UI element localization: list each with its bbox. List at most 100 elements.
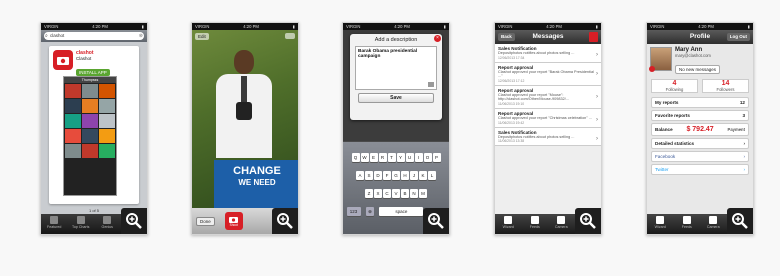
screenshot-messages[interactable]: VIRGIN 4:20 PM ▮ Messages Back Sales Not… [494, 22, 602, 235]
atom-icon [103, 216, 112, 224]
tab-label: Camera [706, 225, 720, 229]
tab-genius[interactable]: Genius [98, 216, 116, 229]
key-u[interactable]: U [405, 153, 414, 162]
tab-wizard[interactable]: Wizard [499, 216, 517, 229]
key-e[interactable]: E [369, 153, 378, 162]
tab-label: Wizard [654, 225, 666, 229]
clear-icon[interactable]: ⊗ [139, 32, 143, 40]
key-s[interactable]: S [365, 171, 373, 180]
twitter-row[interactable]: Twitter › [651, 164, 749, 175]
new-messages-button[interactable]: No new messages [675, 65, 721, 74]
screenshot-app-store[interactable]: VIRGIN 4:20 PM ▮ ⌕ clashot ⊗ clashot Cla… [40, 22, 148, 235]
key-z[interactable]: Z [365, 189, 373, 198]
chevron-right-icon: › [596, 52, 598, 58]
time: 4:20 PM [243, 24, 259, 29]
trash-icon[interactable] [589, 32, 598, 42]
key-x[interactable]: X [374, 189, 382, 198]
following-box[interactable]: 4 Following [651, 79, 698, 93]
key-g[interactable]: G [392, 171, 400, 180]
chevron-right-icon: › [596, 116, 598, 123]
key-l[interactable]: L [428, 171, 436, 180]
key-m[interactable]: M [419, 189, 427, 198]
favorite-reports-row[interactable]: Favorite reports 3 [651, 110, 749, 121]
globe-key[interactable]: ⊕ [365, 207, 374, 216]
balance-row[interactable]: Balance $ 792.47 Payment [651, 123, 749, 136]
tab-camera[interactable]: Camera [552, 216, 570, 229]
following-label: Following [665, 87, 684, 92]
search-bar: ⌕ clashot ⊗ [41, 30, 147, 42]
attach-icon[interactable] [428, 82, 434, 87]
camera-icon [57, 57, 69, 65]
key-w[interactable]: W [360, 153, 369, 162]
key-r[interactable]: R [378, 153, 387, 162]
save-button[interactable]: Save [358, 93, 434, 103]
battery-icon: ▮ [595, 24, 598, 29]
zoom-button[interactable] [272, 208, 298, 234]
key-f[interactable]: F [383, 171, 391, 180]
shoot-label: Shoot [229, 222, 238, 227]
description-textarea[interactable]: Barak Obama presidential campaign [355, 46, 437, 90]
zoom-button[interactable] [575, 208, 601, 234]
balance-value: $ 792.47 [686, 126, 714, 133]
back-button[interactable]: Back [498, 33, 515, 41]
message-item[interactable]: Report approval Clashot approved your rep… [495, 108, 601, 128]
tab-feeds[interactable]: Feeds [678, 216, 696, 229]
numbers-key[interactable]: 123 [346, 207, 361, 216]
zoom-button[interactable] [121, 208, 147, 234]
key-v[interactable]: V [392, 189, 400, 198]
tab-wizard[interactable]: Wizard [651, 216, 669, 229]
message-item[interactable]: Report approval Clashot approved your rep… [495, 85, 601, 109]
key-k[interactable]: K [419, 171, 427, 180]
key-i[interactable]: I [414, 153, 423, 162]
time: 4:20 PM [546, 24, 562, 29]
shoot-button[interactable]: Shoot [224, 212, 243, 230]
key-y[interactable]: Y [396, 153, 405, 162]
key-d[interactable]: D [374, 171, 382, 180]
followers-box[interactable]: 14 Followers [702, 79, 749, 93]
facebook-row[interactable]: Facebook › [651, 151, 749, 162]
tab-featured[interactable]: Featured [45, 216, 63, 229]
search-icon: ⌕ [45, 33, 48, 39]
key-p[interactable]: P [432, 153, 441, 162]
detailed-statistics-row[interactable]: Detailed statistics › [651, 138, 749, 149]
key-h[interactable]: H [401, 171, 409, 180]
screenshot-profile[interactable]: VIRGIN 4:20 PM ▮ Profile Log Out Mary An… [646, 22, 754, 235]
time: 4:20 PM [92, 24, 108, 29]
remove-avatar-icon[interactable] [649, 66, 655, 72]
zoom-button[interactable] [423, 208, 449, 234]
key-q[interactable]: Q [351, 153, 360, 162]
message-date: 11/06/2013 13:38 [498, 139, 525, 144]
chevron-right-icon: › [743, 167, 745, 172]
key-b[interactable]: B [401, 189, 409, 198]
tab-feeds[interactable]: Feeds [526, 216, 544, 229]
logout-button[interactable]: Log Out [726, 33, 750, 41]
close-icon[interactable]: × [434, 35, 441, 42]
key-o[interactable]: O [423, 153, 432, 162]
zoom-button[interactable] [727, 208, 753, 234]
space-key[interactable]: space [379, 207, 424, 216]
key-n[interactable]: N [410, 189, 418, 198]
done-button[interactable]: Done [196, 216, 215, 226]
keyboard-row-2: ASDFGHJKL [343, 164, 449, 182]
tab-top-charts[interactable]: Top Charts [72, 216, 90, 229]
message-item[interactable]: Sales Notification Depositphotos notifies… [495, 127, 601, 147]
key-a[interactable]: A [356, 171, 364, 180]
magnifier-plus-icon [732, 213, 748, 229]
key-t[interactable]: T [387, 153, 396, 162]
key-c[interactable]: C [383, 189, 391, 198]
key-j[interactable]: J [410, 171, 418, 180]
edit-button[interactable]: Edit [195, 33, 209, 40]
page-title: Messages [532, 33, 564, 40]
my-reports-row[interactable]: My reports 12 [651, 97, 749, 108]
message-item[interactable]: Report approval Clashot approved your rep… [495, 62, 601, 86]
message-item[interactable]: Sales Notification Depositphotos notifies… [495, 44, 601, 63]
screenshot-add-description[interactable]: VIRGIN 4:20 PM ▮ Add a description × Bar… [342, 22, 450, 235]
screenshot-camera[interactable]: VIRGIN 4:20 PM ▮ Edit CHANGE WE NEED Don… [191, 22, 299, 235]
feeds-icon [530, 216, 539, 224]
camera-switch-icon[interactable] [285, 33, 295, 39]
battery-icon: ▮ [443, 24, 446, 29]
search-input[interactable]: ⌕ clashot ⊗ [44, 32, 144, 40]
tab-camera[interactable]: Camera [704, 216, 722, 229]
tab-label: Camera [554, 225, 568, 229]
install-app-button[interactable]: INSTALL APP [76, 69, 110, 76]
